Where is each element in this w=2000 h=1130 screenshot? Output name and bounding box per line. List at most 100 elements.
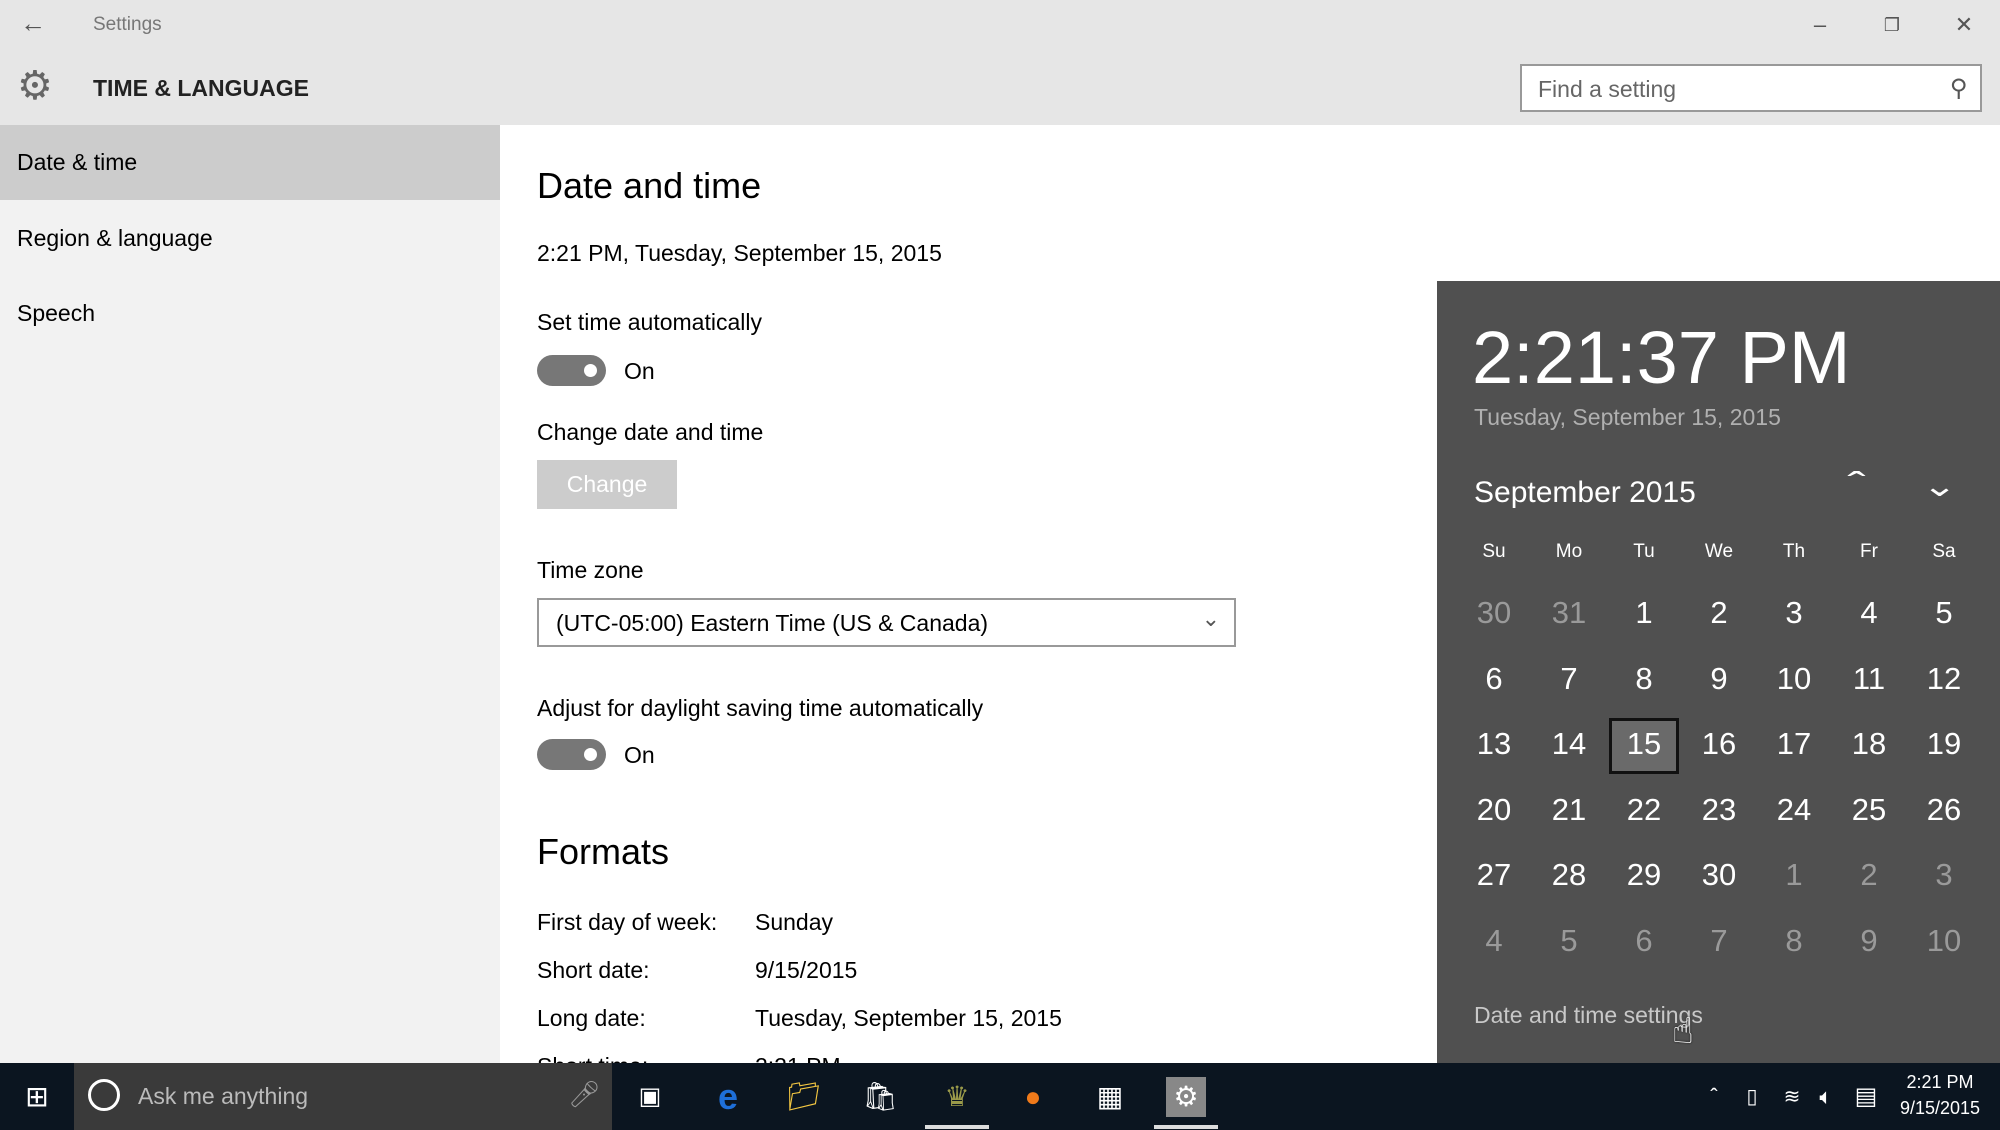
- calendar-day[interactable]: 21: [1534, 792, 1604, 828]
- microphone-icon[interactable]: 🎤︎: [568, 1079, 601, 1110]
- calendar-day[interactable]: 7: [1684, 923, 1754, 959]
- set-time-auto-state: On: [624, 358, 655, 384]
- calendar-day[interactable]: 16: [1684, 726, 1754, 762]
- chevron-up-icon[interactable]: ˆ: [1694, 1077, 1734, 1117]
- taskbar-clock[interactable]: 2:21 PM 9/15/2015: [1890, 1069, 1990, 1121]
- format-value: 9/15/2015: [755, 957, 858, 983]
- calendar-day[interactable]: 14: [1534, 726, 1604, 762]
- calendar-day[interactable]: 4: [1834, 595, 1904, 631]
- minimize-button[interactable]: –: [1800, 8, 1840, 42]
- calendar-day[interactable]: 29: [1609, 857, 1679, 893]
- calendar-day[interactable]: 1: [1609, 595, 1679, 631]
- calendar-day[interactable]: 12: [1909, 661, 1979, 697]
- firefox-icon[interactable]: ●: [1013, 1077, 1053, 1117]
- timezone-value: (UTC-05:00) Eastern Time (US & Canada): [556, 610, 989, 636]
- weekday-header: Mo: [1555, 541, 1583, 562]
- task-view-icon[interactable]: ▣: [630, 1077, 670, 1117]
- page-title: Date and time: [537, 165, 762, 206]
- running-indicator: [925, 1125, 989, 1129]
- calendar-day[interactable]: 13: [1459, 726, 1529, 762]
- calendar-day[interactable]: 8: [1609, 661, 1679, 697]
- calendar-day[interactable]: 28: [1534, 857, 1604, 893]
- file-explorer-icon[interactable]: 📁︎: [784, 1077, 824, 1117]
- cortana-search[interactable]: Ask me anything 🎤︎: [74, 1063, 612, 1130]
- calendar-day[interactable]: 3: [1909, 857, 1979, 893]
- calendar-day[interactable]: 9: [1684, 661, 1754, 697]
- settings-taskbar-icon[interactable]: ⚙: [1166, 1077, 1206, 1117]
- chevron-down-icon[interactable]: ⌄: [1922, 469, 1957, 504]
- calendar-day[interactable]: 4: [1459, 923, 1529, 959]
- calendar-day[interactable]: 9: [1834, 923, 1904, 959]
- battery-icon[interactable]: ▯: [1732, 1077, 1772, 1117]
- calendar-day[interactable]: 23: [1684, 792, 1754, 828]
- store-icon[interactable]: 🛍︎: [860, 1077, 900, 1117]
- sidebar-item-speech[interactable]: Speech: [0, 276, 500, 351]
- format-value: 2:21 PM: [755, 1053, 841, 1063]
- search-input[interactable]: Find a setting ⚲: [1520, 64, 1982, 112]
- search-icon[interactable]: ⚲: [1950, 74, 1968, 103]
- calendar-day[interactable]: 24: [1759, 792, 1829, 828]
- window-title: Settings: [93, 14, 162, 35]
- calendar-day[interactable]: 20: [1459, 792, 1529, 828]
- timezone-select[interactable]: (UTC-05:00) Eastern Time (US & Canada) ⌄: [537, 598, 1236, 647]
- calendar-flyout: 2:21:37 PM Tuesday, September 15, 2015 S…: [1437, 281, 2000, 1063]
- calendar-day[interactable]: 5: [1909, 595, 1979, 631]
- calculator-icon[interactable]: ▦: [1090, 1077, 1130, 1117]
- calendar-day[interactable]: 5: [1534, 923, 1604, 959]
- change-date-label: Change date and time: [537, 419, 764, 445]
- calendar-day[interactable]: 18: [1834, 726, 1904, 762]
- calendar-day[interactable]: 10: [1759, 661, 1829, 697]
- weekday-header: Tu: [1633, 541, 1655, 562]
- windows-start-icon[interactable]: ⊞: [17, 1077, 57, 1117]
- gear-icon: ⚙: [17, 64, 53, 108]
- calendar-day[interactable]: 17: [1759, 726, 1829, 762]
- calendar-day[interactable]: 6: [1459, 661, 1529, 697]
- date-time-settings-link[interactable]: Date and time settings: [1474, 1002, 1703, 1029]
- calendar-day[interactable]: 15: [1609, 726, 1679, 762]
- close-button[interactable]: ✕: [1944, 8, 1984, 42]
- taskbar-time: 2:21 PM: [1906, 1072, 1974, 1092]
- edge-icon[interactable]: e: [708, 1077, 748, 1117]
- hand-cursor-icon: ☝: [1672, 1010, 1694, 1051]
- calendar-day[interactable]: 11: [1834, 661, 1904, 697]
- previous-month-button[interactable]: ˆ: [1848, 466, 1866, 505]
- calendar-day[interactable]: 2: [1834, 857, 1904, 893]
- calendar-day[interactable]: 3: [1759, 595, 1829, 631]
- calendar-day[interactable]: 22: [1609, 792, 1679, 828]
- sidebar-item-region-language[interactable]: Region & language: [0, 201, 500, 276]
- dst-label: Adjust for daylight saving time automati…: [537, 695, 984, 721]
- weekday-header: Fr: [1860, 541, 1878, 562]
- change-button[interactable]: Change: [537, 460, 677, 509]
- restore-button[interactable]: ❐: [1872, 8, 1912, 42]
- search-placeholder: Find a setting: [1538, 76, 1677, 102]
- calendar-day[interactable]: 30: [1459, 595, 1529, 631]
- calendar-day[interactable]: 25: [1834, 792, 1904, 828]
- sidebar-item-date-time[interactable]: Date & time: [0, 125, 500, 200]
- volume-icon[interactable]: 🔈︎: [1806, 1077, 1846, 1117]
- chevron-down-icon: ⌄: [1201, 606, 1220, 631]
- weekday-header: Su: [1482, 541, 1506, 562]
- calendar-day[interactable]: 6: [1609, 923, 1679, 959]
- calendar-day[interactable]: 2: [1684, 595, 1754, 631]
- calendar-day[interactable]: 27: [1459, 857, 1529, 893]
- action-center-icon[interactable]: ▤: [1846, 1077, 1886, 1117]
- cortana-placeholder: Ask me anything: [138, 1083, 309, 1109]
- app-icon[interactable]: ♛: [937, 1077, 977, 1117]
- back-button[interactable]: ←: [20, 8, 46, 39]
- calendar-day[interactable]: 19: [1909, 726, 1979, 762]
- calendar-day[interactable]: 31: [1534, 595, 1604, 631]
- cortana-circle-icon: [88, 1079, 120, 1111]
- calendar-day[interactable]: 8: [1759, 923, 1829, 959]
- set-time-auto-label: Set time automatically: [537, 309, 762, 335]
- calendar-day[interactable]: 10: [1909, 923, 1979, 959]
- calendar-day[interactable]: 26: [1909, 792, 1979, 828]
- set-time-auto-toggle[interactable]: [537, 355, 606, 386]
- clock-date: Tuesday, September 15, 2015: [1474, 404, 1781, 430]
- dst-toggle[interactable]: [537, 739, 606, 770]
- calendar-month: September 2015: [1474, 476, 1696, 509]
- calendar-day[interactable]: 30: [1684, 857, 1754, 893]
- dst-state: On: [624, 742, 655, 768]
- timezone-label: Time zone: [537, 557, 644, 583]
- calendar-day[interactable]: 7: [1534, 661, 1604, 697]
- calendar-day[interactable]: 1: [1759, 857, 1829, 893]
